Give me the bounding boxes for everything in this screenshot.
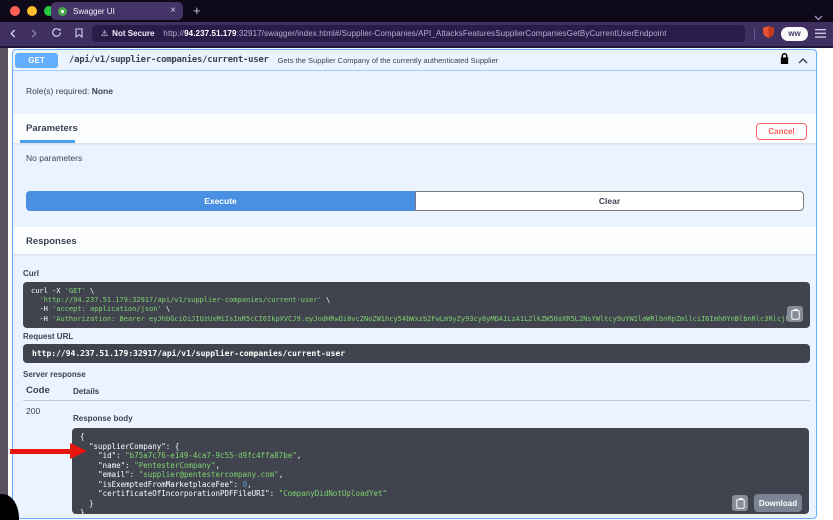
- url-host: 94.237.51.179: [184, 29, 237, 38]
- browser-toolbar: ⚠ Not Secure http://94.237.51.179:32917/…: [0, 22, 833, 46]
- server-response-label: Server response: [23, 370, 86, 379]
- clear-button[interactable]: Clear: [415, 191, 804, 211]
- not-secure-label: Not Secure: [112, 29, 155, 38]
- roles-value: None: [91, 86, 113, 96]
- extension-pill-button[interactable]: ww: [781, 26, 808, 41]
- parameters-tab-underline: [20, 140, 75, 143]
- tab-close-icon[interactable]: ×: [170, 6, 176, 16]
- security-warning-icon: ⚠: [101, 29, 109, 38]
- responses-header: Responses: [13, 227, 816, 254]
- tab-title: Swagger UI: [73, 6, 115, 16]
- status-code: 200: [26, 406, 41, 416]
- request-url-value: http://94.237.51.179:32917/api/v1/suppli…: [23, 344, 810, 363]
- response-body-label: Response body: [73, 414, 133, 423]
- bookmark-icon[interactable]: [75, 25, 83, 43]
- forward-icon[interactable]: [30, 25, 38, 43]
- parameters-title: Parameters: [26, 123, 78, 134]
- no-parameters-text: No parameters: [26, 153, 83, 163]
- request-url-label: Request URL: [23, 332, 74, 341]
- response-body-block: { "supplierCompany": { "id": "b75a7c76-e…: [72, 428, 809, 514]
- desktop-edge-strip: [0, 48, 8, 520]
- lock-icon[interactable]: [780, 51, 789, 69]
- endpoint-block-get: GET /api/v1/supplier-companies/current-u…: [12, 49, 817, 519]
- browser-tab-swagger-ui[interactable]: Swagger UI ×: [51, 2, 183, 20]
- execute-row: Execute Clear: [26, 191, 804, 211]
- url-input[interactable]: ⚠ Not Secure http://94.237.51.179:32917/…: [92, 25, 745, 42]
- browser-window: Swagger UI × + ⚠ Not Secure http://94.23…: [0, 0, 833, 520]
- reload-icon[interactable]: [51, 25, 62, 43]
- window-controls: [10, 6, 54, 16]
- endpoint-summary: Gets the Supplier Company of the current…: [277, 55, 499, 65]
- curl-command-block: curl -X 'GET' \ 'http://94.237.51.179:32…: [23, 282, 810, 328]
- code-column-header: Code: [26, 385, 50, 396]
- parameters-header: Parameters Cancel: [13, 114, 816, 143]
- toolbar-divider: |: [753, 27, 756, 40]
- http-method-badge: GET: [15, 52, 58, 68]
- details-column-header: Details: [73, 387, 100, 396]
- annotation-arrow-shaft: [10, 449, 70, 454]
- page-url: http://94.237.51.179:32917/swagger/index…: [163, 29, 667, 38]
- cancel-button[interactable]: Cancel: [756, 123, 807, 140]
- endpoint-path: /api/v1/supplier-companies/current-user: [69, 55, 269, 65]
- roles-required-line: Role(s) required: None: [26, 86, 113, 96]
- table-divider: [23, 400, 810, 401]
- swagger-page: GET /api/v1/supplier-companies/current-u…: [8, 48, 833, 520]
- endpoint-header[interactable]: GET /api/v1/supplier-companies/current-u…: [13, 50, 816, 71]
- responses-title: Responses: [26, 236, 77, 247]
- new-tab-button[interactable]: +: [193, 3, 201, 18]
- curl-label: Curl: [23, 269, 39, 278]
- close-window-button[interactable]: [10, 6, 20, 16]
- execute-button[interactable]: Execute: [26, 191, 415, 211]
- back-icon[interactable]: [9, 25, 17, 43]
- collapse-chevron-icon[interactable]: [798, 51, 808, 69]
- annotation-arrow-head: [70, 443, 87, 459]
- download-button[interactable]: Download: [754, 494, 802, 512]
- browser-tab-bar: Swagger UI × +: [0, 0, 833, 22]
- tab-favicon: [58, 6, 67, 16]
- menu-hamburger-icon[interactable]: [815, 25, 826, 43]
- copy-response-button[interactable]: [732, 495, 748, 511]
- shield-extension-icon[interactable]: [763, 25, 774, 43]
- copy-curl-button[interactable]: [787, 306, 803, 322]
- minimize-window-button[interactable]: [27, 6, 37, 16]
